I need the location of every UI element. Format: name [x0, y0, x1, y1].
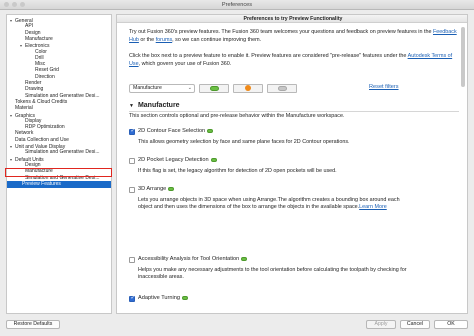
feature-checkbox-3d-arrange[interactable]	[129, 187, 135, 193]
section-description: This section controls optional and pre-r…	[129, 113, 345, 119]
intro-text: Try out Fusion 360's preview features. T…	[129, 29, 432, 35]
chevron-down-icon: ⌄	[187, 84, 192, 91]
tree-item-label: Direction	[35, 73, 55, 80]
feature-checkbox-adaptive-turning[interactable]	[129, 295, 135, 302]
feature-desc-line: object and then uses the dimensions of t…	[138, 204, 360, 211]
new-feature-icon	[245, 85, 251, 91]
intro-text: , so we can continue improving them.	[172, 36, 262, 43]
tree-item-label: Misc	[35, 61, 46, 68]
feature-desc-line: Helps you make any necessary adjustments…	[138, 267, 407, 273]
section-header-manufacture[interactable]: ▼ Manufacture	[129, 101, 180, 111]
ok-button[interactable]: OK	[434, 320, 468, 329]
learn-more-link[interactable]: Learn More	[359, 204, 387, 210]
filter-disabled-toggle[interactable]	[267, 83, 297, 93]
tree-item-label: Simulation and Generative Desi...	[25, 149, 100, 156]
feature-checkbox-2d-contour[interactable]	[129, 128, 135, 135]
dialog-footer: Restore Defaults Apply Cancel OK	[0, 317, 474, 336]
tree-item-label: Network	[15, 130, 34, 137]
feature-desc-3d-arrange: Lets you arrange objects in 3D space whe…	[138, 197, 456, 212]
dropdown-value: Manufacture	[133, 84, 162, 91]
intro-paragraph: Try out Fusion 360's preview features. T…	[129, 29, 459, 44]
tree-item-label: Tokens & Cloud Credits	[15, 98, 68, 105]
feature-name: Adaptive Turning	[138, 295, 180, 301]
panel-header: Preferences to try Preview Functionality	[117, 15, 467, 23]
terms-paragraph: Click the box next to a preview feature …	[129, 53, 459, 68]
feature-name: Accessibility Analysis for Tool Orientat…	[138, 256, 240, 262]
feature-label-adaptive-turning: Adaptive Turning	[138, 294, 188, 302]
tree-item-label: Simulation and Generative Desi...	[25, 92, 100, 99]
preview-badge-icon	[209, 85, 219, 91]
preview-badge-icon	[168, 187, 175, 191]
feature-desc-line: Lets you arrange objects in 3D space whe…	[138, 197, 400, 203]
intro-text: or the	[140, 36, 155, 43]
tree-item[interactable]: Preview Features	[7, 180, 111, 188]
preferences-tree: ▾ General API Design Manufacture ▾ Electronics…	[6, 14, 112, 314]
tree-item-label: RDP Optimization	[25, 124, 65, 131]
apply-button[interactable]: Apply	[366, 320, 396, 329]
tree-item-label: Manufacture	[25, 35, 53, 42]
feature-desc-2d-contour: This allows geometry selection by face a…	[138, 139, 350, 145]
cancel-button[interactable]: Cancel	[400, 320, 430, 329]
tree-item-label: Data Collection and Use	[15, 136, 69, 143]
disabled-badge-icon	[277, 85, 287, 91]
tree-item-label: Render	[25, 80, 42, 86]
feature-name: 3D Arrange	[138, 186, 167, 192]
forums-link[interactable]: forums	[156, 37, 172, 43]
tree-item-label: Preview Features	[22, 180, 61, 187]
scrollbar[interactable]	[461, 27, 465, 87]
feature-label-accessibility-analysis: Accessibility Analysis for Tool Orientat…	[138, 255, 248, 263]
filter-enabled-toggle[interactable]	[199, 83, 229, 93]
divider	[129, 111, 459, 112]
restore-defaults-button[interactable]: Restore Defaults	[6, 320, 60, 329]
tree-item-label: Design	[25, 161, 41, 168]
filter-new-toggle[interactable]	[233, 83, 263, 93]
preview-badge-icon	[181, 296, 188, 300]
filter-row: Manufacture ⌄	[129, 83, 297, 93]
feature-desc-line: inaccessible areas.	[138, 274, 184, 281]
tree-item-label: Reset Grid	[35, 67, 59, 74]
tree-item-label: API	[25, 23, 34, 30]
title-bar: Preferences	[0, 0, 474, 10]
tree-item-label: Material	[15, 105, 33, 112]
feature-name: 2D Contour Face Selection	[138, 128, 206, 134]
feature-label-2d-pocket-legacy: 2D Pocket Legacy Detection	[138, 156, 217, 164]
preview-badge-icon	[241, 257, 248, 261]
feature-label-2d-contour: 2D Contour Face Selection	[138, 127, 214, 135]
tree-item-label: Design	[25, 29, 41, 36]
tree-item-label: Drawing	[25, 86, 44, 93]
feature-desc-accessibility-analysis: Helps you make any necessary adjustments…	[138, 267, 456, 282]
tree-item-label: Display	[25, 117, 42, 124]
highlight-annotation-box	[5, 168, 112, 177]
terms-text: Click the box next to a preview feature …	[129, 53, 407, 59]
feature-label-3d-arrange: 3D Arrange	[138, 185, 175, 193]
preview-features-panel: Preferences to try Preview Functionality…	[116, 14, 468, 314]
reset-filters-link[interactable]: Reset filters	[369, 84, 399, 90]
collapse-triangle-icon[interactable]: ▼	[129, 103, 134, 109]
workspace-filter-dropdown[interactable]: Manufacture ⌄	[129, 83, 195, 93]
window-title: Preferences	[221, 2, 253, 8]
preview-badge-icon	[210, 158, 217, 162]
tree-item-label: Color	[35, 48, 47, 55]
tree-item-label: Drill	[35, 54, 44, 61]
feature-name: 2D Pocket Legacy Detection	[138, 157, 209, 163]
section-title: Manufacture	[137, 102, 180, 109]
preview-badge-icon	[207, 129, 214, 133]
feature-desc-2d-pocket-legacy: If this flag is set, the legacy algorith…	[138, 168, 337, 174]
terms-text: , which govern your use of Fusion 360.	[138, 60, 232, 67]
feature-checkbox-2d-pocket-legacy[interactable]	[129, 158, 135, 164]
feature-checkbox-accessibility-analysis[interactable]	[129, 257, 135, 263]
